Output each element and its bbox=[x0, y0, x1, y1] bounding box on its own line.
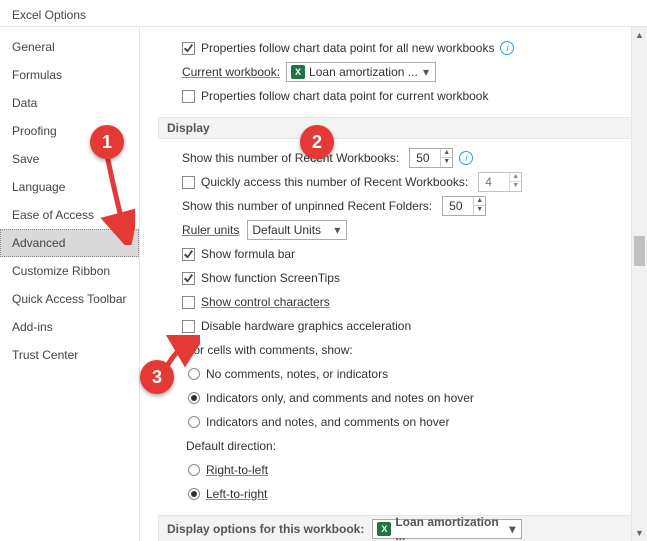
label-quick-access-recent: Quickly access this number of Recent Wor… bbox=[201, 175, 468, 189]
label-show-formula-bar: Show formula bar bbox=[201, 247, 295, 261]
checkbox-disable-hw-accel[interactable] bbox=[182, 320, 195, 333]
scroll-down-icon[interactable]: ▼ bbox=[632, 525, 647, 541]
label-disable-hw-accel: Disable hardware graphics acceleration bbox=[201, 319, 411, 333]
annotation-badge-1: 1 bbox=[90, 125, 124, 159]
label-current-workbook: Current workbook: bbox=[182, 65, 280, 79]
spinner-quick-access-value: 4 bbox=[479, 175, 509, 189]
radio-indicators-only[interactable] bbox=[188, 392, 200, 404]
spinner-up-icon[interactable]: ▲ bbox=[473, 197, 485, 206]
chevron-down-icon: ▾ bbox=[419, 65, 433, 79]
radio-no-comments[interactable] bbox=[188, 368, 200, 380]
radio-ltr[interactable] bbox=[188, 488, 200, 500]
dropdown-current-workbook[interactable]: X Loan amortization ... ▾ bbox=[286, 62, 436, 82]
dropdown-ruler-units[interactable]: Default Units ▾ bbox=[247, 220, 347, 240]
checkbox-quick-access-recent[interactable] bbox=[182, 176, 195, 189]
spinner-recent-workbooks[interactable]: 50 ▲▼ bbox=[409, 148, 453, 168]
radio-rtl[interactable] bbox=[188, 464, 200, 476]
sidebar-item-ease-of-access[interactable]: Ease of Access bbox=[0, 201, 139, 229]
info-icon[interactable]: i bbox=[459, 151, 473, 165]
sidebar-item-advanced[interactable]: Advanced bbox=[0, 229, 139, 257]
dropdown-display-workbook-value: Loan amortization ... bbox=[395, 515, 505, 541]
annotation-badge-3: 3 bbox=[140, 360, 174, 394]
spinner-up-icon[interactable]: ▲ bbox=[509, 173, 521, 182]
dropdown-display-workbook[interactable]: X Loan amortization ... ▾ bbox=[372, 519, 522, 539]
checkbox-props-new-workbooks[interactable] bbox=[182, 42, 195, 55]
section-header-display: Display bbox=[158, 117, 637, 139]
spinner-recent-workbooks-value: 50 bbox=[410, 151, 440, 165]
window-title: Excel Options bbox=[0, 0, 647, 26]
sidebar-item-trust-center[interactable]: Trust Center bbox=[0, 341, 139, 369]
sidebar-item-general[interactable]: General bbox=[0, 33, 139, 61]
spinner-up-icon[interactable]: ▲ bbox=[440, 149, 452, 158]
spinner-recent-folders[interactable]: 50 ▲▼ bbox=[442, 196, 486, 216]
spinner-recent-folders-value: 50 bbox=[443, 199, 473, 213]
label-ltr: Left-to-right bbox=[206, 487, 267, 501]
label-recent-folders-count: Show this number of unpinned Recent Fold… bbox=[182, 199, 432, 213]
chevron-down-icon: ▾ bbox=[505, 522, 519, 536]
label-props-current-workbook: Properties follow chart data point for c… bbox=[201, 89, 488, 103]
label-recent-workbooks-count: Show this number of Recent Workbooks: bbox=[182, 151, 399, 165]
sidebar-item-quick-access-toolbar[interactable]: Quick Access Toolbar bbox=[0, 285, 139, 313]
dropdown-current-workbook-value: Loan amortization ... bbox=[309, 65, 419, 79]
category-sidebar: General Formulas Data Proofing Save Lang… bbox=[0, 27, 140, 541]
checkbox-show-control-chars[interactable] bbox=[182, 296, 195, 309]
section-header-display-workbook: Display options for this workbook: X Loa… bbox=[158, 515, 637, 541]
annotation-badge-2: 2 bbox=[300, 125, 334, 159]
dropdown-ruler-units-value: Default Units bbox=[252, 223, 330, 237]
label-props-new-workbooks: Properties follow chart data point for a… bbox=[201, 41, 494, 55]
spinner-down-icon[interactable]: ▼ bbox=[473, 206, 485, 215]
label-no-comments: No comments, notes, or indicators bbox=[206, 367, 388, 381]
sidebar-item-customize-ribbon[interactable]: Customize Ribbon bbox=[0, 257, 139, 285]
spinner-down-icon[interactable]: ▼ bbox=[440, 158, 452, 167]
label-show-control-chars: Show control characters bbox=[201, 295, 330, 309]
label-direction-group: Default direction: bbox=[186, 439, 276, 453]
section-header-display-workbook-label: Display options for this workbook: bbox=[167, 522, 364, 536]
vertical-scrollbar[interactable]: ▲ ▼ bbox=[631, 27, 647, 541]
sidebar-item-data[interactable]: Data bbox=[0, 89, 139, 117]
scroll-up-icon[interactable]: ▲ bbox=[632, 27, 647, 43]
label-show-screentips: Show function ScreenTips bbox=[201, 271, 340, 285]
scroll-thumb[interactable] bbox=[634, 236, 645, 266]
label-indicators-and-notes: Indicators and notes, and comments on ho… bbox=[206, 415, 449, 429]
spinner-quick-access[interactable]: 4 ▲▼ bbox=[478, 172, 522, 192]
sidebar-item-formulas[interactable]: Formulas bbox=[0, 61, 139, 89]
radio-indicators-and-notes[interactable] bbox=[188, 416, 200, 428]
content-area: General Formulas Data Proofing Save Lang… bbox=[0, 26, 647, 541]
label-ruler-units: Ruler units bbox=[182, 223, 239, 237]
checkbox-props-current-workbook[interactable] bbox=[182, 90, 195, 103]
sidebar-item-add-ins[interactable]: Add-ins bbox=[0, 313, 139, 341]
sidebar-item-language[interactable]: Language bbox=[0, 173, 139, 201]
info-icon[interactable]: i bbox=[500, 41, 514, 55]
checkbox-show-formula-bar[interactable] bbox=[182, 248, 195, 261]
spinner-down-icon[interactable]: ▼ bbox=[509, 182, 521, 191]
excel-options-window: Excel Options General Formulas Data Proo… bbox=[0, 0, 647, 541]
checkbox-show-screentips[interactable] bbox=[182, 272, 195, 285]
excel-icon: X bbox=[291, 65, 305, 79]
label-comments-group: For cells with comments, show: bbox=[186, 343, 353, 357]
chevron-down-icon: ▾ bbox=[330, 223, 344, 237]
scroll-track[interactable] bbox=[632, 43, 647, 525]
label-rtl: Right-to-left bbox=[206, 463, 268, 477]
excel-icon: X bbox=[377, 522, 391, 536]
label-indicators-only: Indicators only, and comments and notes … bbox=[206, 391, 474, 405]
options-panel: Properties follow chart data point for a… bbox=[140, 27, 647, 541]
